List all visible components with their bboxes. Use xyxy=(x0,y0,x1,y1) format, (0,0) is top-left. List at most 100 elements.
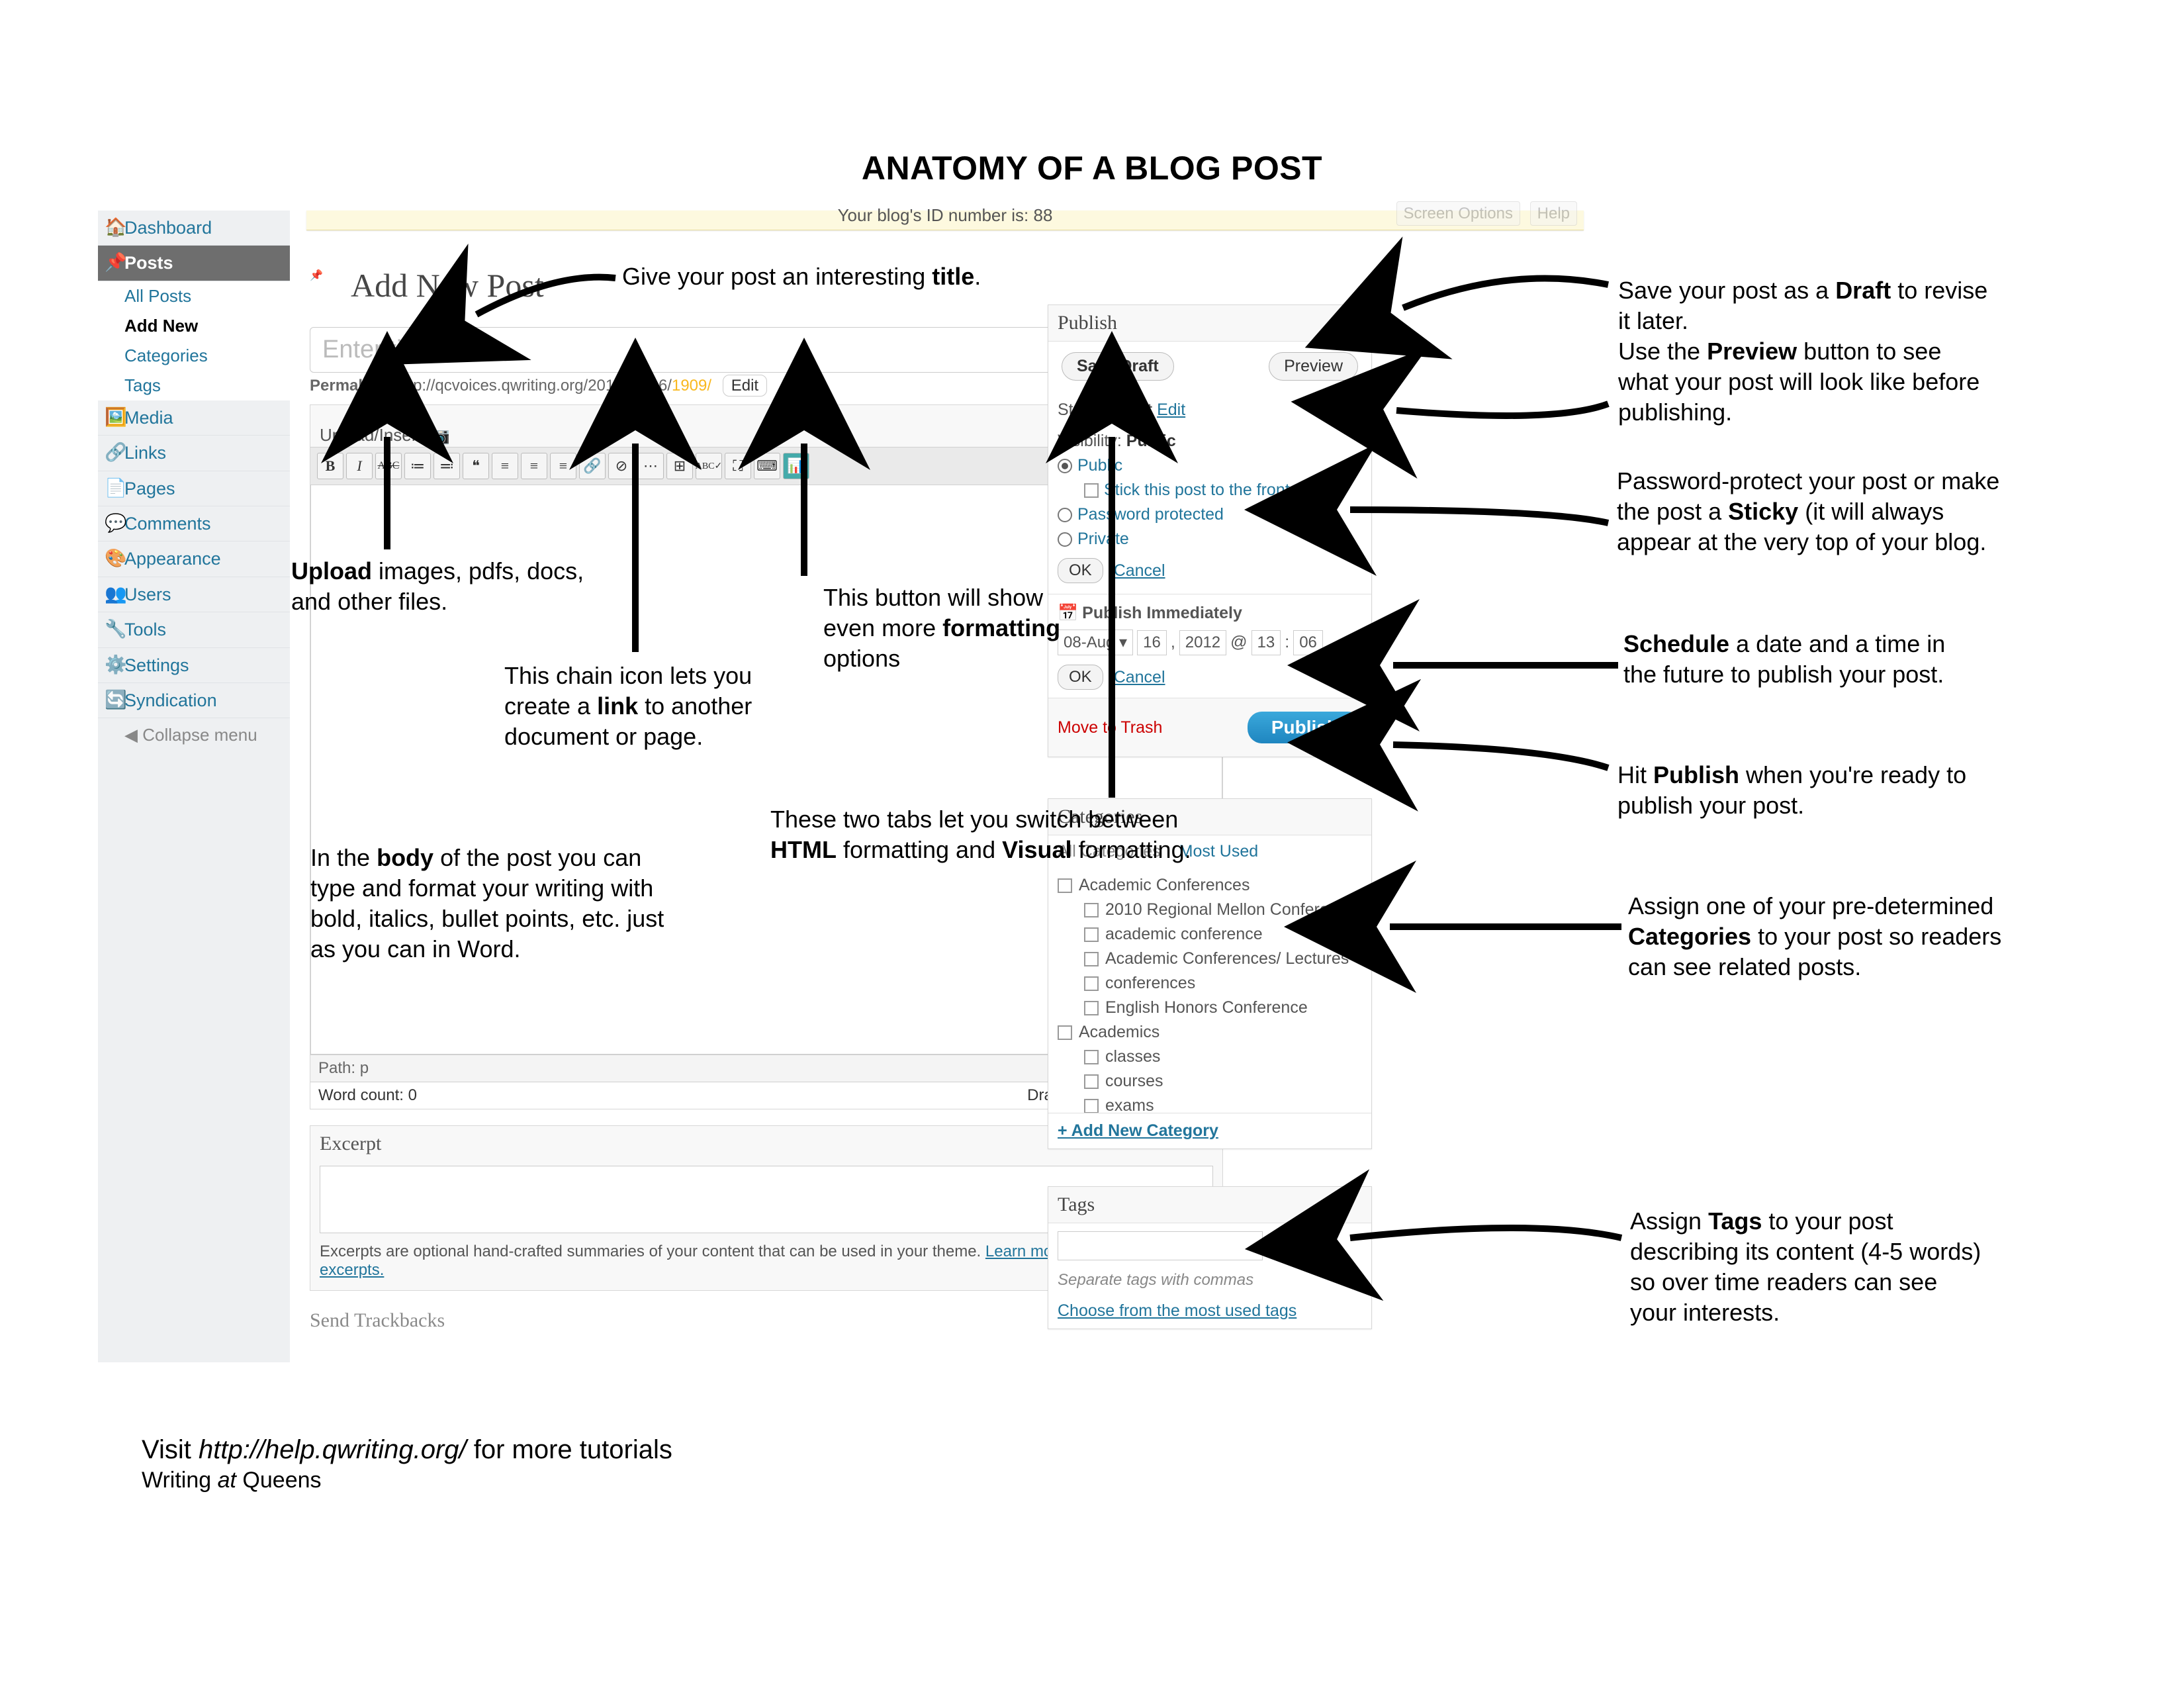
annotation-tabs: These two tabs let you switch between HT… xyxy=(770,804,1207,865)
date-year-input[interactable]: 2012 xyxy=(1179,630,1226,655)
sidebar-sub-all-posts[interactable]: All Posts xyxy=(98,281,290,311)
date-day-input[interactable]: 16 xyxy=(1137,630,1167,655)
date-minute-input[interactable]: 06 xyxy=(1293,630,1323,655)
annotation-body: In the body of the post you can type and… xyxy=(310,843,688,964)
more-button[interactable]: ⋯ xyxy=(637,453,664,479)
users-icon: 👥 xyxy=(105,583,119,598)
fullscreen-button[interactable]: ⛶ xyxy=(725,453,751,479)
sidebar-item-comments[interactable]: 💬Comments xyxy=(98,506,290,541)
sidebar-sub-tags[interactable]: Tags xyxy=(98,371,290,400)
annotation-categories: Assign one of your pre-determined Catego… xyxy=(1628,891,2005,982)
tags-metabox: Tags Add Separate tags with commas Choos… xyxy=(1048,1186,1372,1329)
tags-input[interactable] xyxy=(1058,1231,1263,1260)
category-item[interactable]: classes xyxy=(1084,1047,1362,1066)
sidebar-sub-categories[interactable]: Categories xyxy=(98,341,290,371)
tags-choose-link[interactable]: Choose from the most used tags xyxy=(1058,1301,1362,1321)
unlink-button[interactable]: ⊘ xyxy=(608,453,635,479)
visibility-public[interactable]: Public xyxy=(1058,456,1362,475)
date-hour-input[interactable]: 13 xyxy=(1251,630,1281,655)
visibility-private[interactable]: Private xyxy=(1058,530,1362,549)
sidebar-item-pages[interactable]: 📄Pages xyxy=(98,471,290,506)
add-new-category-link[interactable]: + Add New Category xyxy=(1048,1113,1371,1149)
sidebar-item-dashboard[interactable]: 🏠 Dashboard xyxy=(98,211,290,246)
page-icon: 📄 xyxy=(105,477,119,492)
align-right-button[interactable]: ≡ xyxy=(550,453,576,479)
sidebar-sub-add-new[interactable]: Add New xyxy=(98,311,290,341)
permalink-edit-button[interactable]: Edit xyxy=(723,375,767,397)
appearance-icon: 🎨 xyxy=(105,547,119,562)
collapse-menu[interactable]: ◀ Collapse menu xyxy=(98,718,290,752)
kitchen-sink-button[interactable]: ⊞ xyxy=(666,453,693,479)
italic-button[interactable]: I xyxy=(346,453,373,479)
align-left-button[interactable]: ≡ xyxy=(492,453,518,479)
ul-button[interactable]: ≔ xyxy=(404,453,431,479)
preview-button[interactable]: Preview xyxy=(1269,352,1358,381)
visibility-cancel-link[interactable]: Cancel xyxy=(1114,561,1165,581)
home-icon: 🏠 xyxy=(105,216,119,231)
annotation-title: Give your post an interesting title. xyxy=(622,261,1032,292)
chart-button[interactable]: 📊 xyxy=(783,453,809,479)
radio-icon xyxy=(1058,508,1072,522)
sidebar-item-media[interactable]: 🖼️Media xyxy=(98,400,290,436)
tools-icon: 🔧 xyxy=(105,618,119,633)
sidebar-item-tools[interactable]: 🔧Tools xyxy=(98,612,290,647)
sidebar-item-users[interactable]: 👥Users xyxy=(98,577,290,612)
category-item[interactable]: 2010 Regional Mellon Conference xyxy=(1084,900,1362,919)
category-item[interactable]: English Honors Conference xyxy=(1084,998,1362,1017)
label: Dashboard xyxy=(124,218,212,238)
tags-heading: Tags xyxy=(1048,1187,1371,1223)
wordpress-screenshot: 🏠 Dashboard 📌 Posts All Posts Add New Ca… xyxy=(98,211,1584,1362)
annotation-upload: Upload images, pdfs, docs, and other fil… xyxy=(291,556,602,617)
sidebar-item-posts[interactable]: 📌 Posts xyxy=(98,246,290,281)
category-item[interactable]: Academic Conferences xyxy=(1058,876,1362,895)
category-item[interactable]: Academic Conferences/ Lectures xyxy=(1084,949,1362,968)
sidebar-item-links[interactable]: 🔗Links xyxy=(98,436,290,471)
category-item[interactable]: exams xyxy=(1084,1096,1362,1113)
link-button[interactable]: 🔗 xyxy=(579,453,606,479)
ol-button[interactable]: ≕ xyxy=(433,453,460,479)
label: Posts xyxy=(124,253,173,273)
schedule-cancel-link[interactable]: Cancel xyxy=(1114,668,1165,687)
bold-button[interactable]: B xyxy=(317,453,343,479)
annotation-formatting: This button will show even more formatti… xyxy=(823,583,1095,674)
visibility-sticky[interactable]: Stick this post to the front page xyxy=(1084,481,1362,500)
move-to-trash-link[interactable]: Move to Trash xyxy=(1058,718,1162,737)
sidebar-item-syndication[interactable]: 🔄Syndication xyxy=(98,683,290,718)
help-tab[interactable]: Help xyxy=(1530,201,1577,226)
syndication-icon: 🔄 xyxy=(105,689,119,704)
save-draft-button[interactable]: Save Draft xyxy=(1062,352,1174,381)
comment-icon: 💬 xyxy=(105,512,119,527)
annotation-sticky: Password-protect your post or make the p… xyxy=(1617,466,2001,557)
tags-add-button[interactable]: Add xyxy=(1273,1232,1324,1260)
visibility-password[interactable]: Password protected xyxy=(1058,505,1362,524)
category-item[interactable]: academic conference xyxy=(1084,925,1362,944)
keyboard-button[interactable]: ⌨ xyxy=(754,453,780,479)
sidebar-item-appearance[interactable]: 🎨Appearance xyxy=(98,541,290,577)
pin-icon: 📌 xyxy=(105,252,119,266)
radio-icon xyxy=(1058,459,1072,473)
publish-button[interactable]: Publish xyxy=(1248,712,1362,743)
quote-button[interactable]: ❝ xyxy=(463,453,489,479)
visibility-ok-button[interactable]: OK xyxy=(1058,558,1103,583)
annotation-link: This chain icon lets you create a link t… xyxy=(504,661,789,752)
annotation-schedule: Schedule a date and a time in the future… xyxy=(1623,629,1981,690)
strike-button[interactable]: ABC xyxy=(375,453,402,479)
spell-button[interactable]: ABC✓ xyxy=(696,453,722,479)
upload-insert-label: Upload/Insert xyxy=(320,425,422,445)
status-edit-link[interactable]: Edit xyxy=(1157,400,1185,419)
link-icon: 🔗 xyxy=(105,442,119,456)
category-item[interactable]: Academics xyxy=(1058,1023,1362,1042)
annotation-draft: Save your post as a Draft to revise it l… xyxy=(1618,275,1995,428)
category-item[interactable]: courses xyxy=(1084,1072,1362,1091)
upload-media-icon[interactable]: 📷 xyxy=(429,425,450,445)
category-item[interactable]: conferences xyxy=(1084,974,1362,993)
blog-id-notice: Your blog's ID number is: 88 Screen Opti… xyxy=(306,211,1584,230)
main-column: Your blog's ID number is: 88 Screen Opti… xyxy=(296,211,1584,1332)
align-center-button[interactable]: ≡ xyxy=(521,453,547,479)
screen-options-tab[interactable]: Screen Options xyxy=(1396,201,1520,226)
publish-immediately-label: 📅 Publish Immediately xyxy=(1058,604,1362,623)
visibility-row: Visibility: Public xyxy=(1058,432,1362,451)
page-title: Add New Post xyxy=(351,266,544,305)
sidebar-item-settings[interactable]: ⚙️Settings xyxy=(98,648,290,683)
annotation-publish: Hit Publish when you're ready to publish… xyxy=(1617,760,1988,821)
